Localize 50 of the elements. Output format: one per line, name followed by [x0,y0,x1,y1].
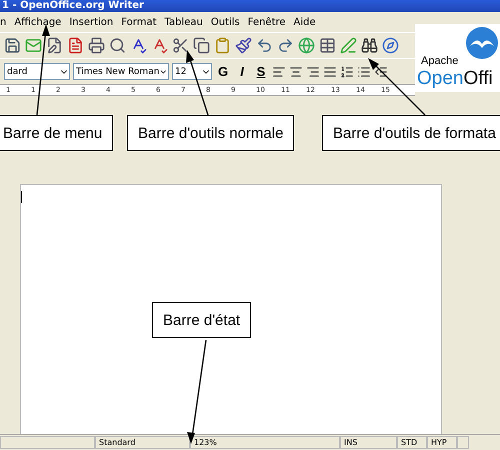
justify-icon[interactable] [323,64,337,78]
undo-icon[interactable] [256,37,273,54]
paintbrush-icon[interactable] [235,37,252,54]
save-icon[interactable] [4,37,21,54]
text-cursor [21,191,22,203]
status-cell: HYP [427,436,457,449]
menu-item[interactable]: Format [121,16,156,28]
window-title: 1 - OpenOffice.org Writer [0,0,500,12]
callout-label: Barre de menu [0,115,114,151]
edit-file-icon[interactable] [46,37,63,54]
callout-label: Barre d'outils normale [127,115,294,151]
numbered-list-icon[interactable] [340,64,354,78]
logo-text: Apache [421,55,458,67]
printer-icon[interactable] [88,37,105,54]
status-cell: STD [397,436,427,449]
menu-item[interactable]: Fenêtre [248,16,286,28]
copy-icon[interactable] [193,37,210,54]
redo-icon[interactable] [277,37,294,54]
status-cell: INS [340,436,397,449]
bullet-list-icon[interactable] [357,64,371,78]
status-cell [457,436,469,449]
scissors-icon[interactable] [172,37,189,54]
menu-item[interactable]: Insertion [69,16,114,28]
pdf-icon[interactable] [67,37,84,54]
clipboard-icon[interactable] [214,37,231,54]
align-right-icon[interactable] [306,64,320,78]
italic-button[interactable]: I [234,64,250,79]
menu-item[interactable]: n [0,16,6,28]
callout-arrow [186,50,209,116]
size-field[interactable]: 12 [172,63,212,80]
menu-item[interactable]: Outils [210,16,240,28]
search-icon[interactable] [109,37,126,54]
menu-item[interactable]: Aide [294,16,316,28]
logo-wordmark: OpenOffi [417,68,493,90]
status-cell: 123% [190,436,340,449]
compass-icon[interactable] [382,37,399,54]
underline-button[interactable]: S [253,64,269,79]
style-field[interactable]: dard [4,63,70,80]
binoculars-icon[interactable] [361,37,378,54]
callout-label: Barre d'état [152,302,252,338]
bold-button[interactable]: G [215,64,231,79]
align-left-icon[interactable] [272,64,286,78]
menu-item[interactable]: Tableau [164,16,203,28]
table-icon[interactable] [319,37,336,54]
outdent-icon[interactable] [374,64,388,78]
status-cell: Standard [95,436,190,449]
menu-item[interactable]: Affichage [14,16,62,28]
callout-label: Barre d'outils de formata [322,115,500,151]
font-field[interactable]: Times New Roman [73,63,169,80]
align-center-icon[interactable] [289,64,303,78]
